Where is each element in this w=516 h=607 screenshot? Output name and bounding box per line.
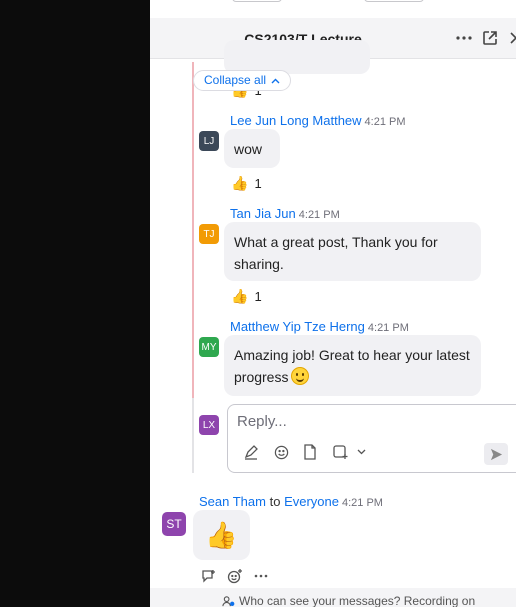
sender-name-text[interactable]: Matthew Yip Tze Herng — [230, 319, 365, 334]
message-bubble: What a great post, Thank you for sharing… — [224, 222, 481, 281]
thumbs-up-icon: 👍 — [231, 175, 249, 191]
avatar[interactable]: TJ — [199, 224, 219, 244]
message-time: 4:21 PM — [367, 322, 409, 334]
avatar[interactable]: MY — [199, 337, 219, 357]
top-button[interactable] — [364, 0, 424, 2]
sender-name[interactable]: Tan Jia Jun 4:21 PM — [230, 206, 340, 221]
reaction[interactable]: 👍 1 — [231, 175, 262, 192]
emoji-icon[interactable] — [272, 443, 290, 461]
top-toolbar-strip — [150, 0, 516, 18]
to-label: to — [269, 494, 281, 509]
chevron-up-icon — [271, 78, 280, 83]
message-header: Sean Tham to Everyone 4:21 PM — [199, 494, 383, 509]
screenshot-icon[interactable] — [331, 443, 349, 461]
thread-line — [192, 62, 194, 398]
message-time: 4:21 PM — [298, 209, 340, 221]
avatar[interactable]: LJ — [199, 131, 219, 151]
thumbs-up-icon: 👍 — [231, 288, 249, 304]
top-button[interactable] — [232, 0, 282, 2]
message-bubble: 👍 — [193, 510, 250, 560]
sender-name[interactable]: Matthew Yip Tze Herng 4:21 PM — [230, 319, 409, 334]
thread-line — [192, 398, 194, 473]
sender-name-text[interactable]: Lee Jun Long Matthew — [230, 113, 362, 128]
privacy-notice-text: Who can see your messages? Recording on — [239, 594, 476, 607]
sender-name[interactable]: Sean Tham — [199, 494, 266, 509]
collapse-all-button[interactable]: Collapse all — [193, 70, 292, 91]
send-icon — [490, 448, 502, 460]
background-area — [0, 0, 150, 607]
chevron-down-icon[interactable] — [352, 443, 370, 461]
reaction[interactable]: 👍 1 — [231, 288, 262, 305]
sender-name[interactable]: Lee Jun Long Matthew 4:21 PM — [230, 113, 406, 128]
message-bubble — [224, 40, 370, 74]
add-reaction-icon[interactable] — [226, 567, 244, 585]
reply-thread-icon[interactable] — [200, 567, 218, 585]
message-time: 4:21 PM — [364, 116, 406, 128]
reaction-count: 1 — [254, 289, 262, 304]
reaction-count: 1 — [254, 176, 262, 191]
collapse-all-label: Collapse all — [204, 73, 267, 87]
close-icon[interactable] — [506, 28, 516, 48]
message-time: 4:21 PM — [341, 497, 383, 509]
people-icon — [222, 595, 235, 606]
format-icon[interactable] — [242, 443, 260, 461]
recipient-name[interactable]: Everyone — [284, 494, 339, 509]
smiley-emoji-icon — [291, 367, 310, 385]
privacy-notice[interactable]: Who can see your messages? Recording on — [222, 594, 475, 607]
more-icon[interactable] — [454, 28, 474, 48]
message-text: Amazing job! Great to hear your latest p… — [234, 347, 470, 385]
avatar[interactable]: LX — [199, 415, 219, 435]
reply-input[interactable] — [237, 413, 437, 430]
chat-panel: CS2103/T Lecture 👍 1 Collapse all LJ Lee… — [150, 0, 516, 607]
chat-footer: Who can see your messages? Recording on — [150, 588, 516, 607]
reply-composer — [227, 404, 516, 473]
pop-out-icon[interactable] — [480, 28, 500, 48]
message-actions — [200, 567, 270, 585]
avatar[interactable]: ST — [162, 512, 186, 536]
sender-name-text[interactable]: Tan Jia Jun — [230, 206, 296, 221]
more-actions-icon[interactable] — [252, 567, 270, 585]
message-bubble: wow — [224, 129, 280, 168]
file-icon[interactable] — [301, 443, 319, 461]
send-button[interactable] — [484, 443, 508, 465]
message-bubble: Amazing job! Great to hear your latest p… — [224, 335, 481, 396]
thumbs-up-icon: 👍 — [205, 519, 238, 550]
